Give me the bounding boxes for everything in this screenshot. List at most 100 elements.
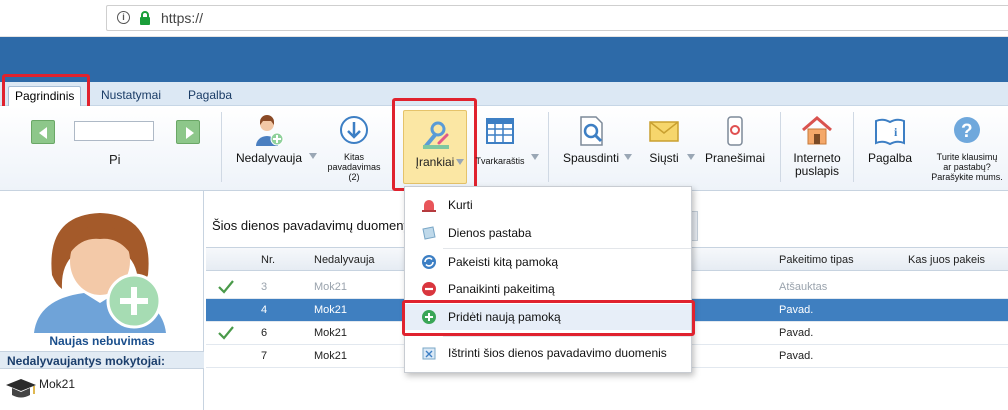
row-type: Pavad. <box>779 304 814 316</box>
tvarkarastis-button[interactable]: Tvarkaraštis <box>472 106 528 190</box>
teacher-add-icon <box>256 115 284 146</box>
svg-text:?: ? <box>961 121 973 142</box>
row-nr: 7 <box>261 350 268 362</box>
menu-item-label: Kurti <box>448 198 473 212</box>
app-header-bar <box>0 37 1008 82</box>
row-teacher: Mok21 <box>314 350 348 362</box>
col-pakeitimo-tipas[interactable]: Pakeitimo tipas <box>779 254 854 266</box>
divider <box>853 112 854 182</box>
divider <box>780 112 781 182</box>
tvarkarastis-dropdown-icon[interactable] <box>531 154 539 160</box>
menu-item-dienos-pastaba[interactable]: Dienos pastaba <box>405 220 691 246</box>
siusti-label: Siųsti <box>649 151 679 165</box>
menu-item-label: Panaikinti pakeitimą <box>448 282 555 296</box>
interneto-puslapis-button[interactable]: Interneto puslapis <box>786 106 848 190</box>
menu-item-label: Pridėti naują pamoką <box>448 310 561 324</box>
help-book-icon: i <box>875 118 905 146</box>
absent-teachers-header: Nedalyvaujantys mokytojai: <box>0 351 204 369</box>
ribbon-tabs: Pagrindinis Nustatymai Pagalba <box>0 82 1008 106</box>
interneto-puslapis-label: Interneto puslapis <box>793 151 841 178</box>
add-icon <box>422 310 436 324</box>
row-type: Pavad. <box>779 350 814 362</box>
check-icon <box>218 280 234 294</box>
nedalyvauja-dropdown-icon[interactable] <box>309 153 317 159</box>
menu-separator <box>443 336 691 337</box>
irankiai-dropdown-icon[interactable] <box>456 159 464 165</box>
col-nedalyvauja[interactable]: Nedalyvauja <box>314 254 375 266</box>
menu-item-panaikinti[interactable]: Panaikinti pakeitimą <box>405 276 691 302</box>
row-type: Pavad. <box>779 327 814 339</box>
row-teacher: Mok21 <box>314 304 348 316</box>
phone-icon <box>727 116 743 146</box>
siusti-dropdown-icon[interactable] <box>687 154 695 160</box>
home-icon <box>802 116 832 145</box>
next-day-button[interactable] <box>176 120 200 144</box>
erase-icon <box>422 347 436 360</box>
arrow-down-circle-icon <box>340 116 368 144</box>
new-absence-label[interactable]: Naujas nebuvimas <box>0 334 204 348</box>
remove-icon <box>422 282 436 296</box>
print-preview-icon <box>580 116 603 146</box>
siusti-button[interactable]: Siųsti <box>640 106 688 190</box>
divider <box>221 112 222 182</box>
menu-item-prideti[interactable]: Pridėti naują pamoką <box>405 304 691 330</box>
graduation-cap-icon <box>6 379 36 398</box>
menu-item-pakeisti[interactable]: Pakeisti kitą pamoką <box>405 249 691 275</box>
envelope-icon <box>649 121 679 142</box>
info-icon[interactable]: i <box>117 11 130 24</box>
tab-nustatymai[interactable]: Nustatymai <box>95 86 167 106</box>
date-field[interactable] <box>74 121 154 141</box>
browser-address-bar: i https:// <box>0 0 1008 37</box>
nedalyvauja-label: Nedalyvauja <box>235 151 303 165</box>
row-teacher: Mok21 <box>314 327 348 339</box>
check-icon <box>218 326 234 340</box>
menu-item-istrinti[interactable]: Ištrinti šios dienos pavadavimo duomenis <box>405 340 691 366</box>
spausdinti-label: Spausdinti <box>562 151 620 165</box>
question-icon: ? <box>954 117 980 143</box>
kitas-pavadavimas-button[interactable]: Kitas pavadavimas (2) <box>322 106 386 190</box>
menu-item-label: Dienos pastaba <box>448 226 532 240</box>
siren-icon <box>422 200 436 212</box>
menu-item-kurti[interactable]: Kurti <box>405 192 691 218</box>
timetable-icon <box>486 118 514 144</box>
feedback-label: Turite klausimų ar pastabų? Parašykite m… <box>931 152 1003 182</box>
pagalba-button[interactable]: i Pagalba <box>860 106 920 190</box>
tab-pagalba[interactable]: Pagalba <box>182 86 238 106</box>
kitas-pavadavimas-label: Kitas pavadavimas (2) <box>327 152 381 182</box>
feedback-button[interactable]: ? Turite klausimų ar pastabų? Parašykite… <box>926 106 1008 190</box>
prev-day-button[interactable] <box>31 120 55 144</box>
row-type: Atšauktas <box>779 281 828 293</box>
refresh-icon <box>422 255 436 269</box>
teacher-name: Mok21 <box>39 377 76 391</box>
url-field[interactable]: i https:// <box>106 5 1008 31</box>
spausdinti-dropdown-icon[interactable] <box>624 154 632 160</box>
menu-item-label: Ištrinti šios dienos pavadavimo duomenis <box>448 346 667 360</box>
day-label: Pi <box>109 152 121 167</box>
arrow-left-icon <box>39 127 47 139</box>
irankiai-dropdown-menu: Kurti Dienos pastaba Pakeisti kitą pamok… <box>404 186 692 373</box>
divider <box>548 112 549 182</box>
url-text: https:// <box>161 10 204 26</box>
arrow-right-icon <box>186 127 194 139</box>
pagalba-label: Pagalba <box>867 151 913 165</box>
note-icon <box>422 226 436 240</box>
row-nr: 4 <box>261 304 268 316</box>
spausdinti-button[interactable]: Spausdinti <box>558 106 624 190</box>
irankiai-button[interactable]: Įrankiai <box>403 110 467 184</box>
col-kas-pakeis[interactable]: Kas juos pakeis <box>908 254 985 266</box>
tools-icon <box>423 121 449 149</box>
row-teacher: Mok21 <box>314 281 348 293</box>
menu-item-label: Pakeisti kitą pamoką <box>448 255 559 269</box>
nedalyvauja-button[interactable]: Nedalyvauja <box>232 106 306 190</box>
tvarkarastis-label: Tvarkaraštis <box>475 156 525 166</box>
row-nr: 3 <box>261 281 268 293</box>
lock-icon <box>140 11 150 25</box>
page-title: Šios dienos pavadavimų duomeny <box>212 218 411 233</box>
tab-pagrindinis[interactable]: Pagrindinis <box>8 86 82 106</box>
new-absence-avatar[interactable] <box>30 203 170 333</box>
pranesimai-button[interactable]: Pranešimai <box>700 106 770 190</box>
left-panel: Naujas nebuvimas Nedalyvaujantys mokytoj… <box>0 191 204 410</box>
pranesimai-label: Pranešimai <box>704 151 766 165</box>
row-nr: 6 <box>261 327 268 339</box>
col-nr[interactable]: Nr. <box>261 254 275 266</box>
